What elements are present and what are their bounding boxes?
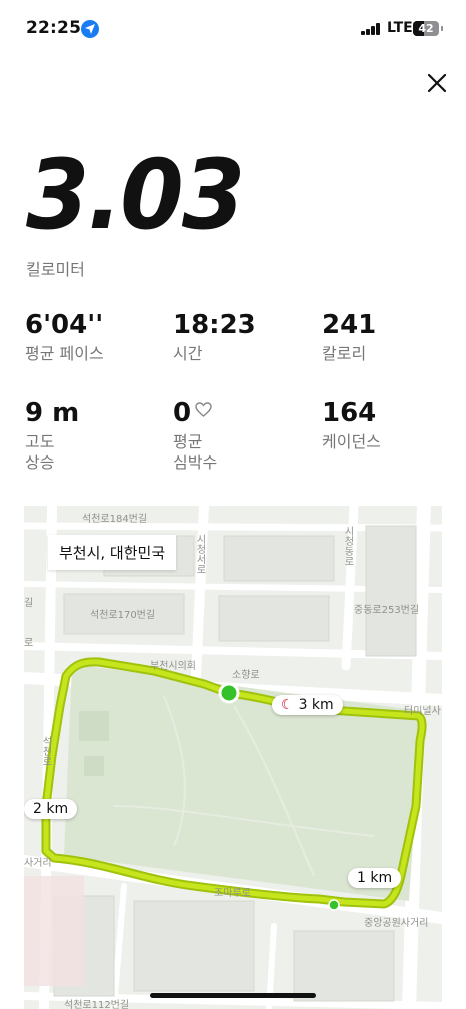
time-value: 18:23 — [173, 310, 256, 340]
heart-rate-label-line1: 평균 — [173, 432, 203, 451]
stat-calories: 241 칼로리 — [322, 310, 462, 364]
battery-nub — [441, 26, 443, 31]
cellular-signal-icon — [361, 23, 383, 35]
street-label-gil: 길 — [24, 598, 34, 609]
route-map[interactable]: 석천로184번길 석천로170번길 부천시의회 소향로 터미널사 중동로253번… — [24, 506, 442, 1009]
street-label-sageori: 사거리 — [24, 858, 52, 869]
heart-outline-icon — [195, 402, 212, 417]
heart-rate-label-line2: 심박수 — [173, 453, 218, 472]
cadence-label: 케이던스 — [322, 432, 381, 451]
location-arrow-icon — [81, 20, 99, 38]
street-label-city-hall: 부천시의회 — [150, 661, 196, 672]
km-marker-3-label: 3 km — [298, 697, 334, 713]
km-marker-3: ☾ 3 km — [272, 695, 343, 715]
street-label-s112: 석천로112번길 — [64, 1000, 130, 1009]
heart-rate-row: 0 — [173, 398, 313, 428]
elevation-label-line2: 상승 — [25, 453, 55, 472]
heart-rate-label: 평균 심박수 — [173, 431, 313, 473]
calories-value: 241 — [322, 310, 377, 340]
stat-heart-rate: 0 평균 심박수 — [173, 398, 313, 473]
street-label-s184: 석천로184번길 — [82, 514, 148, 525]
km-marker-2: 2 km — [24, 799, 78, 819]
avg-pace-value: 6'04'' — [25, 310, 104, 340]
km-marker-2-label: 2 km — [33, 801, 69, 817]
close-button[interactable] — [420, 66, 454, 100]
map-base — [24, 506, 442, 1009]
street-label-s170: 석천로170번길 — [90, 610, 156, 621]
km-marker-1: 1 km — [348, 868, 402, 888]
network-type: LTE — [387, 20, 413, 36]
street-label-sicheong-e: 시청동로 — [342, 526, 353, 566]
stat-time: 18:23 시간 — [173, 310, 313, 364]
distance-value: 3.03 — [26, 139, 245, 251]
street-label-central-park: 중앙공원사거리 — [364, 918, 429, 929]
time-label: 시간 — [173, 344, 203, 363]
elevation-label-line1: 고도 — [25, 432, 55, 451]
street-label-seokcheon: 석천로 — [40, 736, 51, 766]
close-icon — [427, 73, 447, 93]
cadence-value: 164 — [322, 398, 377, 428]
distance-unit: 킬로미터 — [26, 260, 85, 279]
stat-avg-pace: 6'04'' 평균 페이스 — [25, 310, 165, 364]
finish-moon-icon: ☾ — [281, 697, 294, 713]
status-bar: 22:25 LTE 42 — [0, 0, 466, 58]
street-label-sicheong: 시청서로 — [194, 534, 205, 574]
elevation-value: 9 m — [25, 398, 80, 428]
km-marker-1-label: 1 km — [357, 870, 393, 886]
street-label-sohyang: 소향로 — [232, 670, 260, 681]
elevation-label: 고도 상승 — [25, 431, 165, 473]
street-label-ro: 로 — [24, 638, 34, 649]
street-label-jungdong253: 중동로253번길 — [354, 605, 420, 616]
heart-rate-value: 0 — [173, 398, 192, 428]
home-indicator[interactable] — [150, 993, 316, 998]
battery-icon: 42 — [413, 21, 439, 36]
stat-elevation: 9 m 고도 상승 — [25, 398, 165, 473]
stat-cadence: 164 케이던스 — [322, 398, 462, 452]
avg-pace-label: 평균 페이스 — [25, 344, 104, 363]
battery-level: 42 — [418, 22, 434, 35]
calories-label: 칼로리 — [322, 344, 367, 363]
street-label-terminal: 터미널사 — [404, 706, 441, 717]
map-location-label: 부천시, 대한민국 — [48, 535, 177, 570]
street-label-jomaru: 조마루로 — [214, 888, 251, 899]
status-time: 22:25 — [26, 18, 82, 38]
